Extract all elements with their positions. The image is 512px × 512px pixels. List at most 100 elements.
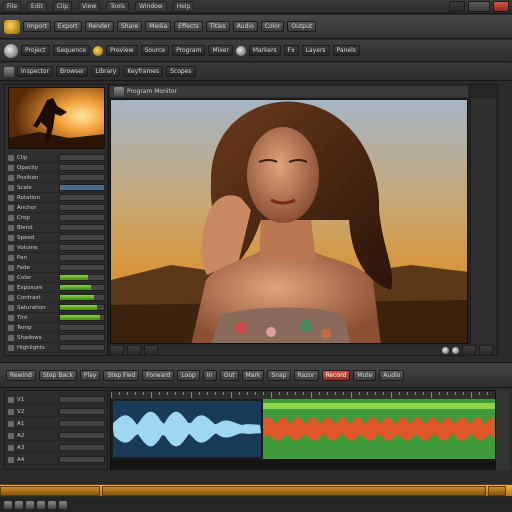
minimize-button[interactable] bbox=[449, 1, 465, 12]
work-area-segment[interactable] bbox=[488, 485, 506, 496]
work-area-bar[interactable] bbox=[0, 484, 512, 496]
close-button[interactable] bbox=[493, 1, 509, 12]
menu-window[interactable]: Window bbox=[135, 1, 167, 12]
row-value-field[interactable] bbox=[59, 284, 105, 291]
loop-icon[interactable] bbox=[452, 346, 459, 354]
inspector-row[interactable]: Position bbox=[8, 173, 105, 183]
inspector-row[interactable]: Fade bbox=[8, 263, 105, 273]
audio-monitor-button[interactable]: Audio bbox=[379, 369, 405, 381]
markers-button[interactable]: Markers bbox=[248, 45, 281, 56]
inspector-row[interactable]: Opacity bbox=[8, 163, 105, 173]
menu-view[interactable]: View bbox=[78, 1, 101, 12]
tab-browser[interactable]: Browser bbox=[56, 66, 89, 77]
inspector-row[interactable]: Shadows bbox=[8, 333, 105, 343]
viewer-ctrl-1[interactable] bbox=[110, 344, 124, 356]
tab-library[interactable]: Library bbox=[91, 66, 121, 77]
preview-icon[interactable] bbox=[93, 45, 104, 56]
output-button[interactable]: Output bbox=[287, 21, 317, 32]
loop-button[interactable]: Loop bbox=[177, 369, 200, 381]
menu-clip[interactable]: Clip bbox=[52, 1, 73, 12]
step-forward-button[interactable]: Step Fwd bbox=[103, 369, 140, 381]
camera-icon[interactable] bbox=[4, 19, 20, 34]
row-value-field[interactable] bbox=[59, 254, 105, 261]
preview-button[interactable]: Preview bbox=[106, 45, 138, 56]
sequence-button[interactable]: Sequence bbox=[52, 45, 91, 56]
play-icon[interactable] bbox=[442, 346, 449, 354]
row-value-field[interactable] bbox=[59, 244, 105, 251]
viewer-ctrl-5[interactable] bbox=[479, 344, 493, 356]
track-header[interactable]: A1 bbox=[8, 419, 105, 429]
render-button[interactable]: Render bbox=[84, 21, 114, 32]
row-value-field[interactable] bbox=[59, 324, 105, 331]
menu-edit[interactable]: Edit bbox=[27, 1, 47, 12]
snap-button[interactable]: Snap bbox=[267, 369, 291, 381]
timeline[interactable] bbox=[110, 390, 496, 470]
menu-help[interactable]: Help bbox=[172, 1, 195, 12]
row-value-field[interactable] bbox=[59, 344, 105, 351]
film-reel-icon[interactable] bbox=[4, 43, 18, 58]
inspector-row[interactable]: Scale bbox=[8, 183, 105, 193]
export-button[interactable]: Export bbox=[53, 21, 82, 32]
tab-scopes[interactable]: Scopes bbox=[166, 66, 196, 77]
inspector-row[interactable]: Blend bbox=[8, 223, 105, 233]
clip-thumbnail[interactable] bbox=[8, 87, 105, 149]
inspector-row[interactable]: Color bbox=[8, 273, 105, 283]
row-value-field[interactable] bbox=[59, 304, 105, 311]
track-header[interactable]: V1 bbox=[8, 395, 105, 405]
layers-button[interactable]: Layers bbox=[301, 45, 330, 56]
project-button[interactable]: Project bbox=[21, 45, 50, 56]
audio-button[interactable]: Audio bbox=[232, 21, 258, 32]
inspector-row[interactable]: Pan bbox=[8, 253, 105, 263]
track-header[interactable]: A2 bbox=[8, 431, 105, 441]
inspector-row[interactable]: Crop bbox=[8, 213, 105, 223]
track-control[interactable] bbox=[59, 396, 105, 403]
tab-inspector[interactable]: Inspector bbox=[17, 66, 53, 77]
inspector-row[interactable]: Contrast bbox=[8, 293, 105, 303]
viewer-ctrl-3[interactable] bbox=[144, 344, 158, 356]
maximize-button[interactable] bbox=[468, 1, 490, 12]
inspector-row[interactable]: Saturation bbox=[8, 303, 105, 313]
program-monitor[interactable] bbox=[110, 99, 468, 344]
forward-button[interactable]: Forward bbox=[142, 369, 175, 381]
panels-button[interactable]: Panels bbox=[332, 45, 360, 56]
mark-out-button[interactable]: Out bbox=[219, 369, 239, 381]
track-control[interactable] bbox=[59, 408, 105, 415]
viewer-ctrl-4[interactable] bbox=[462, 344, 476, 356]
inspector-row[interactable]: Highlights bbox=[8, 343, 105, 353]
track-control[interactable] bbox=[59, 444, 105, 451]
inspector-row[interactable]: Temp bbox=[8, 323, 105, 333]
row-value-field[interactable] bbox=[59, 194, 105, 201]
inspector-row[interactable]: Volume bbox=[8, 243, 105, 253]
row-value-field[interactable] bbox=[59, 204, 105, 211]
inspector-row[interactable]: Anchor bbox=[8, 203, 105, 213]
track-header[interactable]: A4 bbox=[8, 455, 105, 465]
source-button[interactable]: Source bbox=[140, 45, 170, 56]
menu-file[interactable]: File bbox=[3, 1, 22, 12]
menu-tools[interactable]: Tools bbox=[106, 1, 130, 12]
row-value-field[interactable] bbox=[59, 334, 105, 341]
viewer-ctrl-2[interactable] bbox=[127, 344, 141, 356]
marker-button[interactable]: Mark bbox=[241, 369, 265, 381]
inspector-row[interactable]: Rotation bbox=[8, 193, 105, 203]
row-value-field[interactable] bbox=[59, 264, 105, 271]
play-button[interactable]: Play bbox=[79, 369, 101, 381]
inspector-row[interactable]: Speed bbox=[8, 233, 105, 243]
row-value-field[interactable] bbox=[59, 314, 105, 321]
step-back-button[interactable]: Step Back bbox=[38, 369, 77, 381]
razor-button[interactable]: Razor bbox=[293, 369, 319, 381]
media-button[interactable]: Media bbox=[145, 21, 172, 32]
row-value-field[interactable] bbox=[59, 214, 105, 221]
row-value-field[interactable] bbox=[59, 184, 105, 191]
row-value-field[interactable] bbox=[59, 154, 105, 161]
titles-button[interactable]: Titles bbox=[205, 21, 230, 32]
inspector-row[interactable]: Tint bbox=[8, 313, 105, 323]
record-button[interactable]: Record bbox=[321, 369, 351, 381]
timeline-scrollbar[interactable] bbox=[496, 390, 510, 470]
track-control[interactable] bbox=[59, 456, 105, 463]
fx-button[interactable]: Fx bbox=[283, 45, 299, 56]
mute-button[interactable]: Mute bbox=[353, 369, 377, 381]
row-value-field[interactable] bbox=[59, 274, 105, 281]
track-header[interactable]: V2 bbox=[8, 407, 105, 417]
track-control[interactable] bbox=[59, 432, 105, 439]
work-area-segment[interactable] bbox=[102, 485, 486, 496]
